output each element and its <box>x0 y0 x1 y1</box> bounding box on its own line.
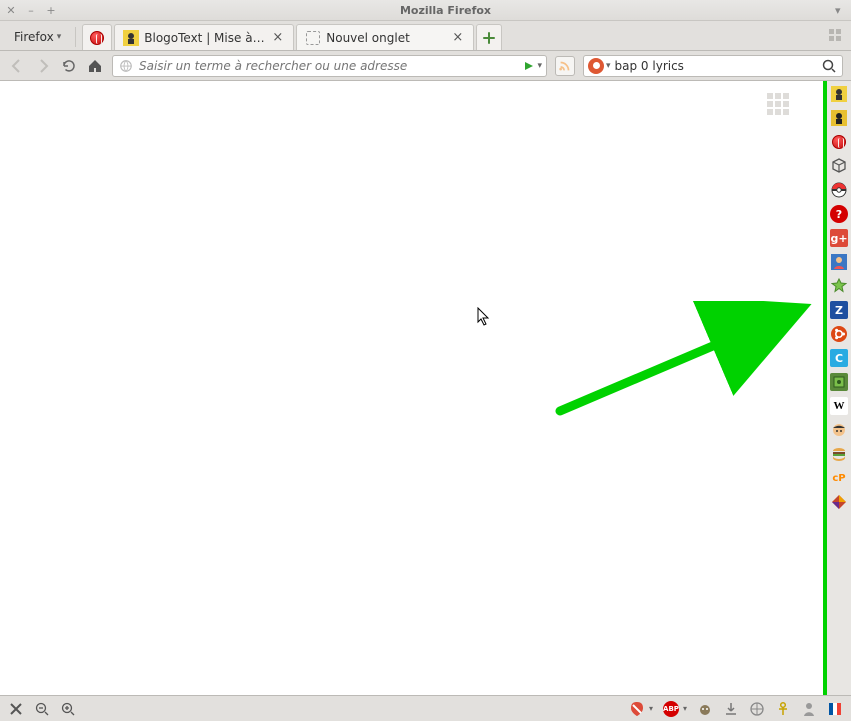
window-menu-icon[interactable]: ▾ <box>835 4 845 17</box>
url-bar[interactable]: ▾ <box>112 55 547 77</box>
bookmark-ubuntu[interactable] <box>830 325 848 343</box>
window-titlebar: ✕ – + Mozilla Firefox ▾ <box>0 0 851 21</box>
bookmark-wikipedia[interactable]: W <box>830 397 848 415</box>
firefox-menu-label: Firefox <box>14 30 54 44</box>
cursor-icon <box>477 307 491 327</box>
window-close-icon[interactable]: ✕ <box>6 5 16 15</box>
bookmark-tile[interactable] <box>830 493 848 511</box>
bookmark-cube[interactable] <box>830 157 848 175</box>
bookmarks-sidebar: ? g+ Z C W cP <box>823 81 851 695</box>
bookmark-burger[interactable] <box>830 445 848 463</box>
tab-bar: Firefox BlogoText | Mise à j... × Nouvel… <box>0 21 851 51</box>
bookmark-help[interactable]: ? <box>830 205 848 223</box>
speed-dial-grid-icon[interactable] <box>767 93 789 115</box>
tab-opera[interactable] <box>82 24 112 50</box>
window-minimize-icon[interactable]: – <box>26 5 36 15</box>
chevron-down-icon: ▾ <box>606 61 611 71</box>
bookmark-avatar[interactable] <box>830 253 848 271</box>
annotation-arrow <box>555 301 815 421</box>
tab-divider <box>75 27 76 47</box>
greasemonkey-icon[interactable] <box>697 701 713 717</box>
search-bar[interactable]: ▾ <box>583 55 843 77</box>
window-maximize-icon[interactable]: + <box>46 5 56 15</box>
go-dropdown-icon[interactable]: ▾ <box>537 61 542 71</box>
navigation-bar: ▾ ▾ <box>0 51 851 81</box>
blogotext-icon <box>123 30 139 46</box>
home-icon[interactable] <box>86 57 104 75</box>
tab-label: BlogoText | Mise à j... <box>144 31 265 45</box>
bookmark-gplus[interactable]: g+ <box>830 229 848 247</box>
adblock-icon[interactable]: ABP <box>663 701 679 717</box>
zoom-out-icon[interactable] <box>34 701 50 717</box>
url-input[interactable] <box>139 59 519 73</box>
content-area: ? g+ Z C W cP <box>0 81 851 695</box>
bookmark-face[interactable] <box>830 421 848 439</box>
firefox-menu-button[interactable]: Firefox <box>6 24 69 50</box>
bookmark-cp[interactable]: cP <box>830 469 848 487</box>
duckduckgo-icon <box>588 58 604 74</box>
bookmark-z[interactable]: Z <box>830 301 848 319</box>
tab-groups-icon[interactable] <box>829 29 845 45</box>
tab-new[interactable]: Nouvel onglet × <box>296 24 474 50</box>
tab-blogotext[interactable]: BlogoText | Mise à j... × <box>114 24 294 50</box>
zoom-in-icon[interactable] <box>60 701 76 717</box>
chevron-down-icon[interactable]: ▾ <box>649 704 653 713</box>
download-icon[interactable] <box>723 701 739 717</box>
bookmark-blogotext[interactable] <box>830 85 848 103</box>
back-icon[interactable] <box>8 57 26 75</box>
bookmark-opera[interactable] <box>830 133 848 151</box>
bookmark-pokeball[interactable] <box>830 181 848 199</box>
rss-button[interactable] <box>555 56 575 76</box>
status-bar: ▾ ABP ▾ <box>0 695 851 721</box>
bookmark-c[interactable]: C <box>830 349 848 367</box>
new-tab-button[interactable] <box>476 24 502 50</box>
window-title: Mozilla Firefox <box>56 4 835 17</box>
person-icon[interactable] <box>801 701 817 717</box>
tab-label: Nouvel onglet <box>326 31 445 45</box>
new-tab-icon <box>305 30 321 46</box>
search-engine-selector[interactable]: ▾ <box>588 58 611 74</box>
chevron-down-icon[interactable]: ▾ <box>683 704 687 713</box>
reload-icon[interactable] <box>60 57 78 75</box>
search-input[interactable] <box>615 59 816 73</box>
flag-icon[interactable] <box>827 701 843 717</box>
noscript-icon[interactable] <box>629 701 645 717</box>
opera-icon <box>89 30 105 46</box>
go-button[interactable]: ▾ <box>523 60 542 72</box>
ankh-icon[interactable] <box>775 701 791 717</box>
search-icon[interactable] <box>820 57 838 75</box>
bookmark-star[interactable] <box>830 277 848 295</box>
page-viewport[interactable] <box>0 81 823 695</box>
network-icon[interactable] <box>749 701 765 717</box>
close-findbar-icon[interactable] <box>8 701 24 717</box>
tab-close-icon[interactable]: × <box>450 30 465 45</box>
globe-icon <box>117 57 135 75</box>
forward-icon[interactable] <box>34 57 52 75</box>
tab-close-icon[interactable]: × <box>270 30 285 45</box>
bookmark-chip[interactable] <box>830 373 848 391</box>
bookmark-blogotext-alt[interactable] <box>830 109 848 127</box>
